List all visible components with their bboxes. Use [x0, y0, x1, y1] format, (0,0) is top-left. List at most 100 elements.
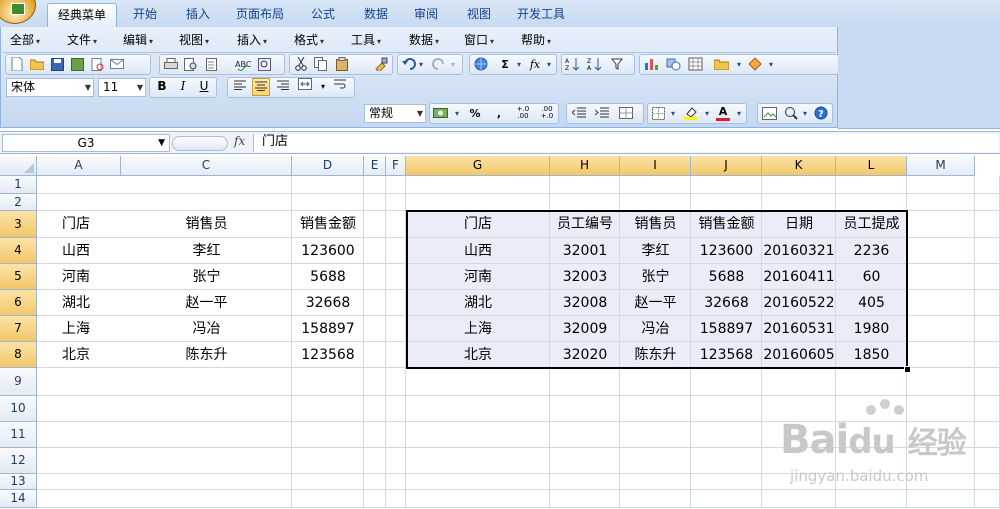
wrap-text-icon[interactable] [332, 78, 350, 96]
percent-style-button[interactable]: % [466, 104, 484, 122]
cell[interactable]: 门店 [37, 211, 121, 238]
menu-item-1[interactable]: 文件 ▾ [67, 31, 97, 48]
row-header[interactable]: 1 [0, 176, 37, 194]
tab-5[interactable]: 数据 [352, 3, 400, 27]
tab-2[interactable]: 插入 [173, 3, 223, 27]
format-painter-icon[interactable] [372, 55, 390, 73]
column-header[interactable]: J [691, 156, 762, 176]
decrease-indent-icon[interactable] [570, 104, 588, 122]
row-header[interactable]: 9 [0, 368, 37, 396]
menu-item-7[interactable]: 数据 ▾ [409, 31, 439, 48]
formula-input[interactable]: 门店 [253, 134, 998, 152]
row-header[interactable]: 3 [0, 211, 37, 238]
function-dropdown-icon[interactable]: ▾ [540, 55, 558, 73]
cell[interactable]: 张宁 [121, 264, 292, 290]
name-box-dropdown-icon[interactable]: ▼ [158, 135, 165, 151]
tab-4[interactable]: 公式 [296, 3, 350, 27]
open-folder-icon[interactable] [28, 55, 46, 73]
column-header[interactable]: E [364, 156, 386, 176]
borders-grid-icon[interactable] [686, 55, 704, 73]
picture-icon[interactable] [760, 104, 778, 122]
column-header[interactable]: K [762, 156, 836, 176]
column-header[interactable]: A [37, 156, 121, 176]
row-header[interactable]: 2 [0, 194, 37, 211]
redo-dropdown-icon[interactable]: ▾ [444, 55, 462, 73]
copy-icon[interactable] [312, 55, 330, 73]
cell-styles-icon[interactable] [617, 104, 635, 122]
cut-icon[interactable] [292, 55, 310, 73]
cell[interactable]: 赵一平 [121, 290, 292, 316]
column-header[interactable]: F [386, 156, 406, 176]
row-header[interactable]: 8 [0, 342, 37, 368]
menu-item-2[interactable]: 编辑 ▾ [123, 31, 153, 48]
merge-center-icon[interactable] [296, 78, 314, 96]
font-size-combo[interactable]: 11 ▼ [98, 78, 146, 97]
select-all-corner[interactable] [0, 156, 37, 176]
column-header[interactable]: D [292, 156, 364, 176]
number-format-dropdown-icon[interactable]: ▼ [417, 105, 423, 122]
font-name-combo[interactable]: 宋体 ▼ [6, 78, 94, 97]
increase-indent-icon[interactable] [593, 104, 611, 122]
page-setup-icon[interactable] [204, 55, 222, 73]
cell[interactable]: 上海 [37, 316, 121, 342]
cell[interactable]: 河南 [37, 264, 121, 290]
cell[interactable]: 32668 [292, 290, 364, 316]
row-header[interactable]: 10 [0, 396, 37, 422]
row-header[interactable]: 11 [0, 422, 37, 448]
menu-item-5[interactable]: 格式 ▾ [294, 31, 324, 48]
menu-item-3[interactable]: 视图 ▾ [179, 31, 209, 48]
cell[interactable]: 北京 [37, 342, 121, 368]
new-file-icon[interactable] [8, 55, 26, 73]
spreadsheet-grid[interactable]: ACDEFGHIJKLM 1 2 3 4 5 6 7 8 9 10 11 12 13 14 门店 销售员 销售… [0, 156, 1000, 509]
cell[interactable]: 湖北 [37, 290, 121, 316]
print-icon[interactable] [162, 55, 180, 73]
help-icon[interactable]: ? [812, 104, 830, 122]
undo-dropdown-icon[interactable]: ▾ [412, 55, 430, 73]
merge-dropdown-icon[interactable]: ▾ [314, 78, 332, 96]
tab-7[interactable]: 视图 [455, 3, 503, 27]
cell[interactable]: 123568 [292, 342, 364, 368]
name-box[interactable]: G3 ▼ [2, 134, 170, 152]
cell[interactable]: 销售员 [121, 211, 292, 238]
menu-item-0[interactable]: 全部 ▾ [10, 31, 40, 48]
formula-expand-handle[interactable] [172, 136, 228, 151]
macro-dropdown-icon[interactable]: ▾ [762, 55, 780, 73]
research-icon[interactable] [256, 55, 274, 73]
column-header[interactable]: L [836, 156, 907, 176]
column-header[interactable]: I [620, 156, 691, 176]
borders-dropdown-icon[interactable]: ▾ [664, 104, 682, 122]
folder-icon[interactable] [712, 55, 730, 73]
cell[interactable]: 李红 [121, 238, 292, 264]
column-header[interactable]: C [121, 156, 292, 176]
row-header[interactable]: 12 [0, 448, 37, 474]
hyperlink-globe-icon[interactable] [472, 55, 490, 73]
cell[interactable]: 销售金额 [292, 211, 364, 238]
font-size-dropdown-icon[interactable]: ▼ [137, 79, 143, 96]
increase-decimal-button[interactable]: +.0 .00 [512, 104, 534, 122]
align-left-icon[interactable] [231, 78, 249, 96]
decrease-decimal-button[interactable]: .00 +.0 [536, 104, 558, 122]
row-header[interactable]: 7 [0, 316, 37, 342]
sort-descending-icon[interactable]: ZA [586, 55, 604, 73]
email-icon[interactable] [108, 55, 126, 73]
tab-0[interactable]: 经典菜单 [47, 3, 117, 27]
preview-icon[interactable] [182, 55, 200, 73]
italic-button[interactable]: I [174, 78, 192, 96]
cell[interactable]: 山西 [37, 238, 121, 264]
row-header[interactable]: 6 [0, 290, 37, 316]
font-name-dropdown-icon[interactable]: ▼ [85, 79, 91, 96]
comma-style-button[interactable]: , [490, 104, 508, 122]
row-header[interactable]: 13 [0, 474, 37, 490]
filter-icon[interactable] [610, 55, 628, 73]
cell[interactable]: 158897 [292, 316, 364, 342]
cell[interactable]: 陈东升 [121, 342, 292, 368]
tab-8[interactable]: 开发工具 [506, 3, 576, 27]
row-header[interactable]: 14 [0, 490, 37, 508]
tab-1[interactable]: 开始 [120, 3, 170, 27]
menu-item-9[interactable]: 帮助 ▾ [521, 31, 551, 48]
menu-item-4[interactable]: 插入 ▾ [237, 31, 267, 48]
print-preview-icon[interactable] [88, 55, 106, 73]
number-format-combo[interactable]: 常规 ▼ [364, 104, 426, 123]
spelling-check-icon[interactable]: ABC [234, 55, 252, 73]
tab-6[interactable]: 审阅 [402, 3, 450, 27]
